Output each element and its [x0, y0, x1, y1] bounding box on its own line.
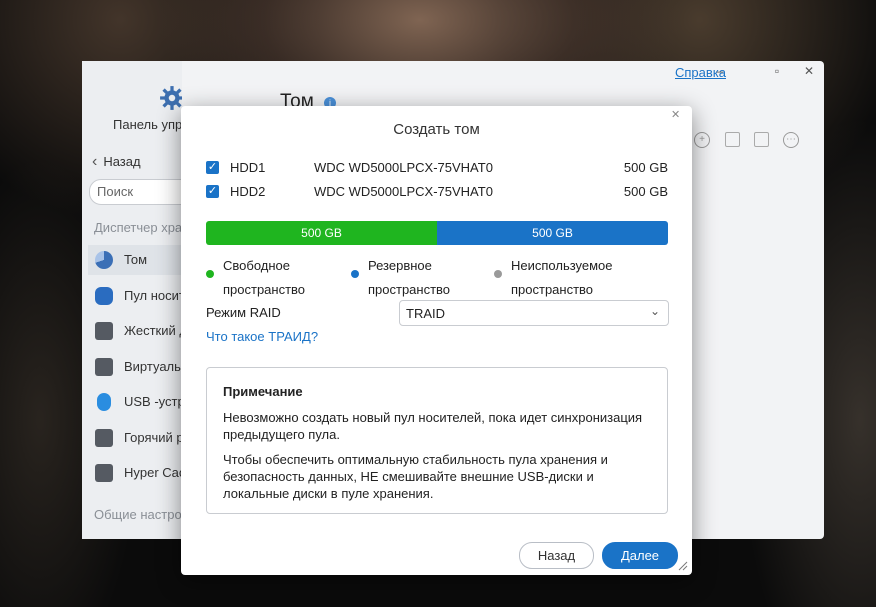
what-is-traid-link[interactable]: Что такое ТРАИД? [206, 329, 318, 344]
raid-mode-select[interactable]: TRAID ⌄ [399, 300, 669, 326]
unused-dot-icon [494, 270, 502, 278]
create-volume-dialog: Создать том ✕ ✓ HDD1 WDC WD5000LPCX-75VH… [181, 106, 692, 575]
usb-icon [97, 393, 111, 411]
disk-size: 500 GB [623, 160, 668, 175]
sidebar-item-volume[interactable]: Том [88, 245, 182, 275]
chevron-left-icon: ‹ [92, 153, 98, 170]
dialog-title: Создать том [393, 121, 480, 138]
disk-name: HDD1 [230, 160, 266, 175]
sidebar-item-label: USB -устр [124, 394, 182, 409]
sidebar-item-label: Том [124, 252, 148, 267]
note-paragraph: Чтобы обеспечить оптимальную стабильност… [223, 452, 608, 501]
sidebar-item-storage-pool[interactable]: Пул носит [88, 281, 182, 311]
raid-mode-label: Режим RAID [206, 305, 281, 320]
disk-row: ✓ HDD1 WDC WD5000LPCX-75VHAT0 500 GB [206, 159, 668, 179]
sidebar-item-label: Виртуальн [124, 359, 182, 374]
add-icon[interactable]: + [694, 132, 710, 148]
hot-spare-icon [95, 429, 113, 447]
sidebar: Панель упр ‹ Назад Поиск Диспетчер хра То… [82, 61, 182, 539]
next-button[interactable]: Далее [602, 542, 678, 569]
control-panel-label: Панель упр [113, 117, 182, 132]
edit-icon[interactable] [725, 132, 740, 147]
sidebar-item-hard-disk[interactable]: Жесткий д [88, 316, 182, 346]
back-label: Назад [103, 154, 141, 169]
chevron-down-icon: ⌄ [649, 304, 660, 318]
legend-label: Свободное пространство [223, 258, 306, 297]
raid-mode-value: TRAID [406, 306, 445, 321]
delete-icon[interactable] [754, 132, 769, 147]
free-space-segment: 500 GB [206, 221, 437, 245]
reserve-dot-icon [351, 270, 359, 278]
note-paragraph: Невозможно создать новый пул носителей, … [223, 410, 643, 442]
disk-size: 500 GB [623, 184, 668, 199]
disk-name: HDD2 [230, 184, 266, 199]
hard-disk-icon [95, 322, 113, 340]
sidebar-item-label: Горячий р [124, 430, 182, 445]
gear-icon [160, 86, 182, 110]
storage-manager-section: Диспетчер хра [94, 220, 182, 235]
disk-model: WDC WD5000LPCX-75VHAT0 [314, 184, 493, 199]
sidebar-item-usb[interactable]: USB -устр [88, 387, 182, 417]
disk-checkbox[interactable]: ✓ [206, 185, 219, 198]
free-dot-icon [206, 270, 214, 278]
sidebar-item-label: Hyper Cach [124, 465, 182, 480]
resize-grip-icon[interactable] [678, 561, 688, 571]
capacity-bar: 500 GB 500 GB [206, 221, 668, 245]
sidebar-item-virtual-disk[interactable]: Виртуальн [88, 352, 182, 382]
close-icon[interactable]: ✕ [671, 108, 680, 121]
general-settings-section: Общие настро [94, 507, 182, 522]
database-icon [95, 287, 113, 305]
more-icon[interactable]: ⋯ [783, 132, 799, 148]
reserve-space-segment: 500 GB [437, 221, 668, 245]
minimize-icon[interactable]: – [713, 64, 727, 78]
legend-label: Резервное пространство [368, 258, 451, 297]
sidebar-item-label: Пул носит [124, 288, 182, 303]
back-button[interactable]: Назад [519, 542, 594, 569]
disk-checkbox[interactable]: ✓ [206, 161, 219, 174]
virtual-disk-icon [95, 358, 113, 376]
search-input[interactable]: Поиск [89, 179, 182, 205]
close-icon[interactable]: ✕ [802, 64, 816, 78]
disk-row: ✓ HDD2 WDC WD5000LPCX-75VHAT0 500 GB [206, 183, 668, 203]
back-link[interactable]: ‹ Назад [92, 153, 141, 171]
search-placeholder: Поиск [97, 184, 134, 199]
note-box: Примечание Невозможно создать новый пул … [206, 367, 668, 514]
maximize-icon[interactable]: ▫ [770, 64, 784, 78]
note-title: Примечание [223, 384, 303, 399]
cache-icon [95, 464, 113, 482]
legend-label: Неиспользуемое пространство [511, 258, 613, 297]
sidebar-item-hot-spare[interactable]: Горячий р [88, 423, 182, 453]
sidebar-item-label: Жесткий д [124, 323, 182, 338]
sidebar-item-hyper-cache[interactable]: Hyper Cach [88, 458, 182, 488]
pie-chart-icon [95, 251, 113, 269]
disk-model: WDC WD5000LPCX-75VHAT0 [314, 160, 493, 175]
